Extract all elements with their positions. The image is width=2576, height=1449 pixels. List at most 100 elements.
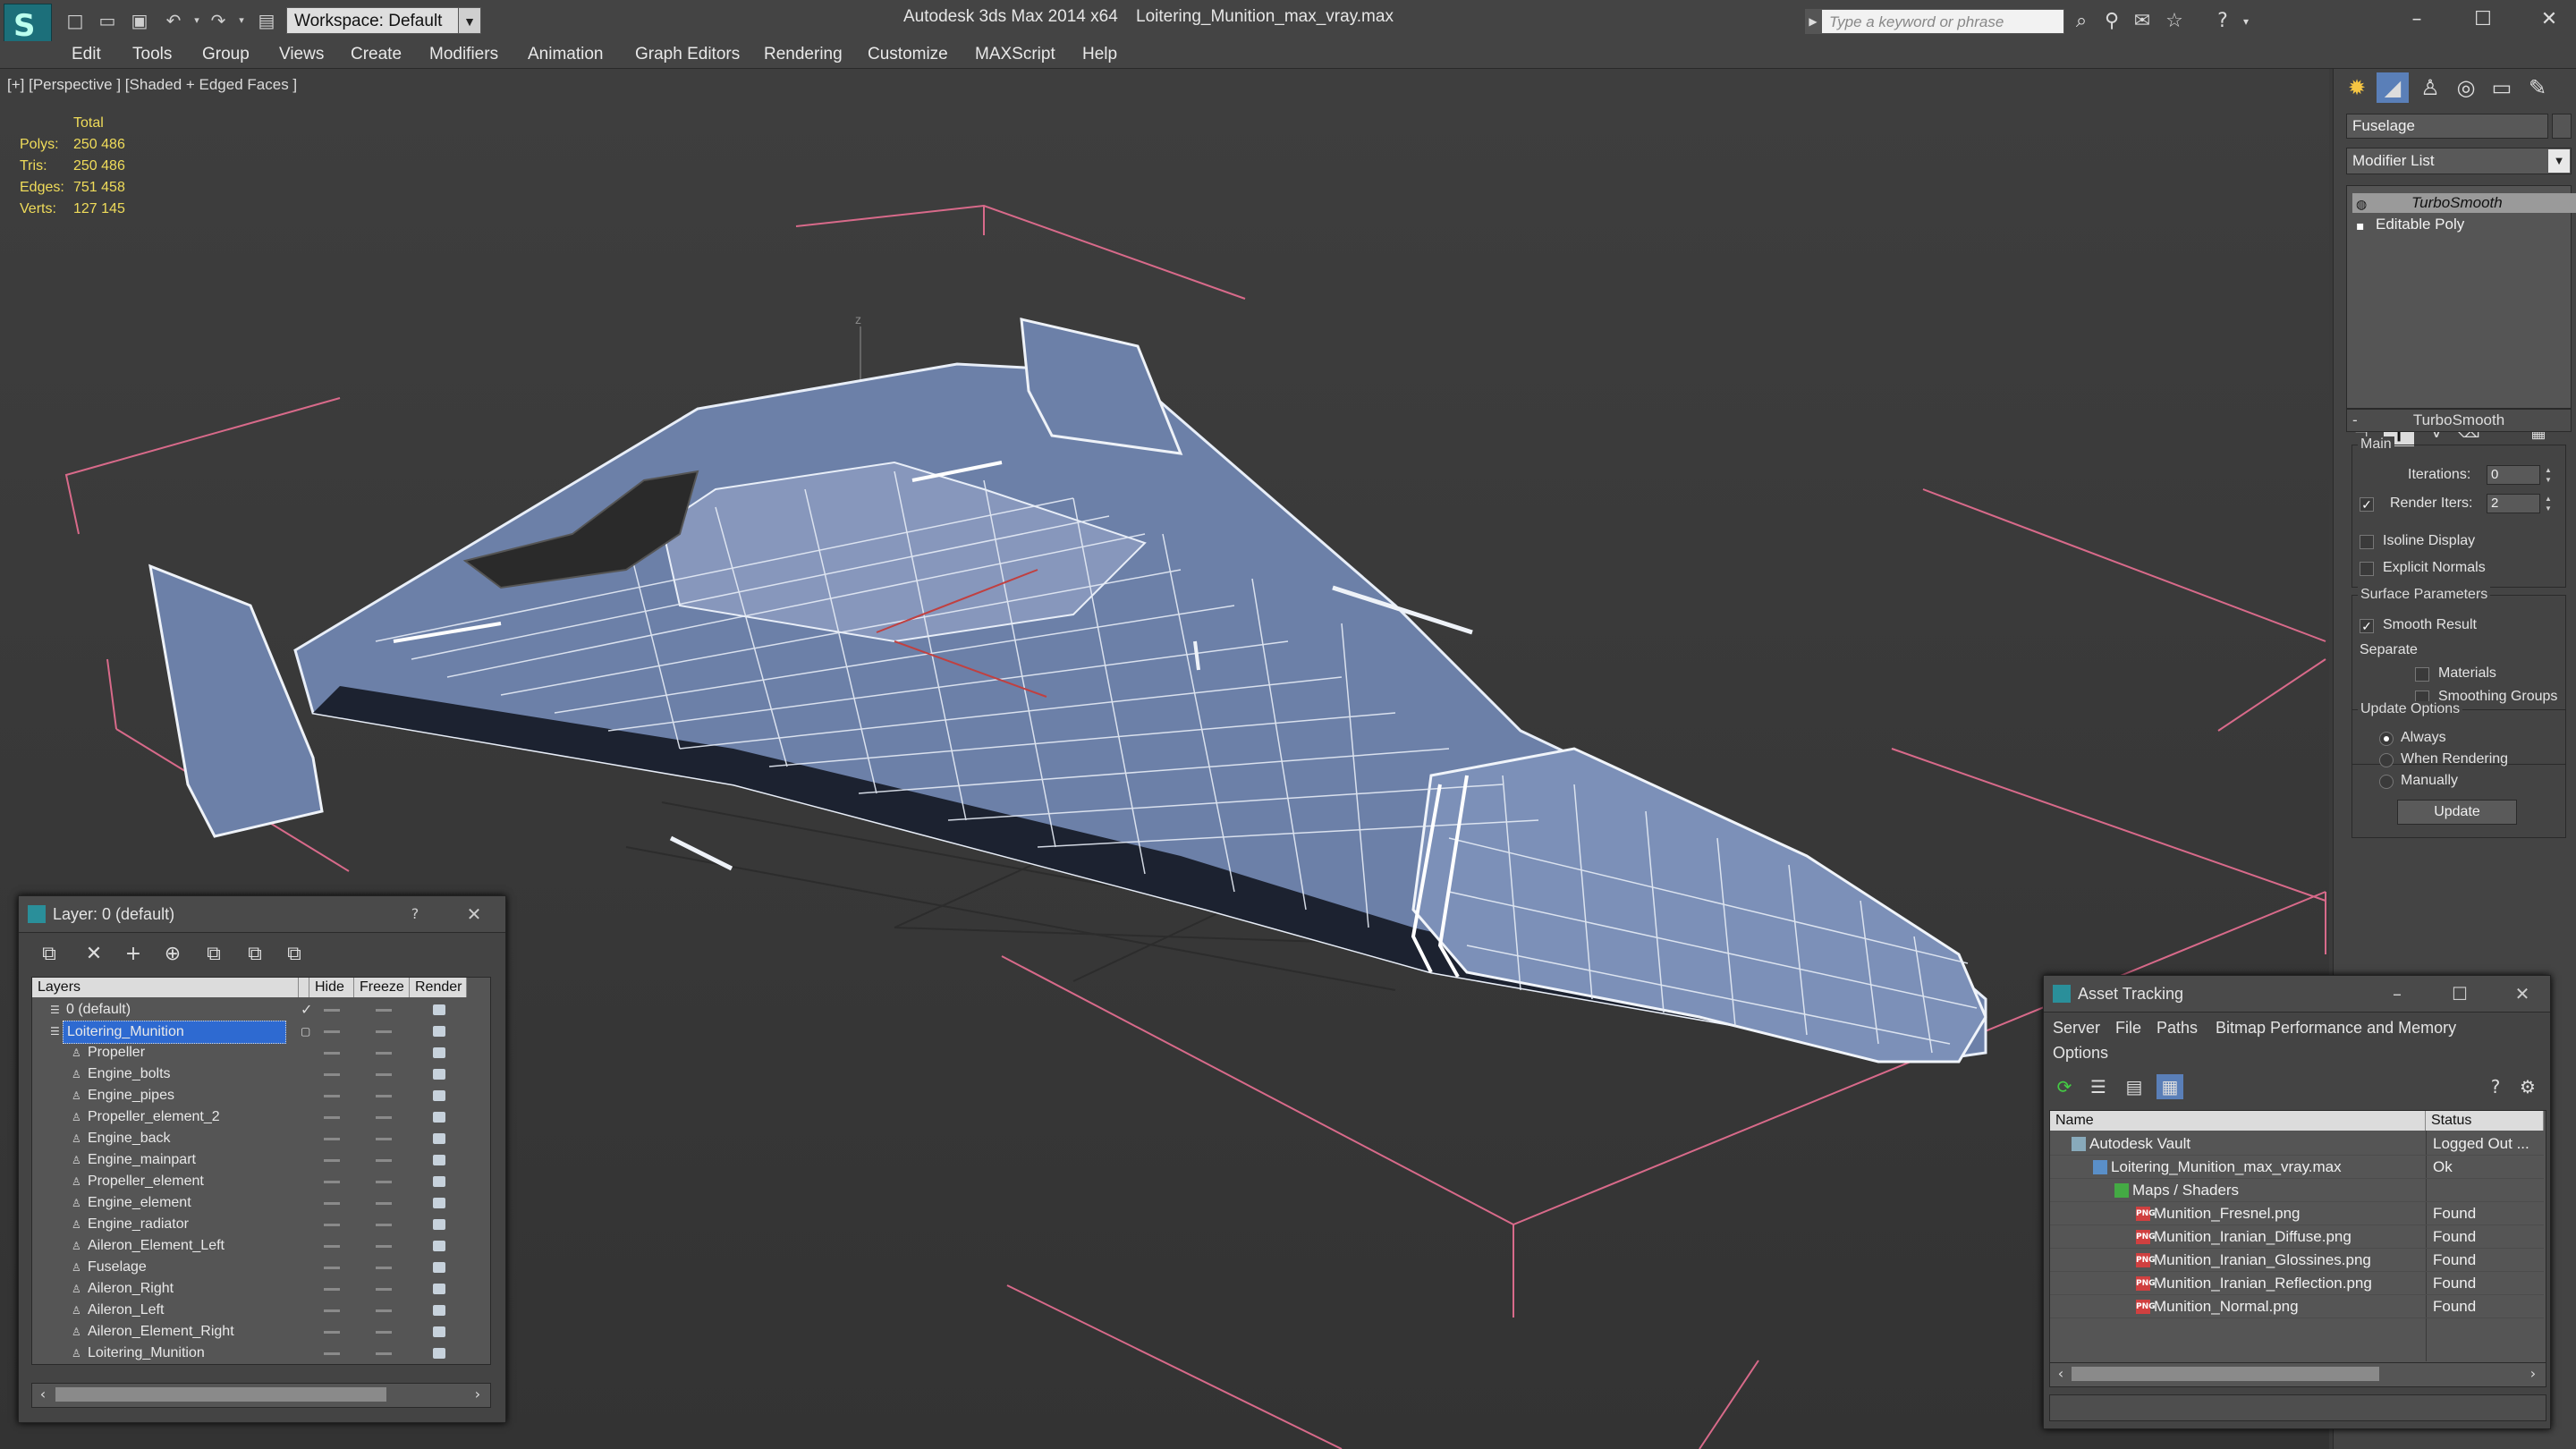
freeze-toggle[interactable] — [376, 1202, 392, 1205]
menu-server[interactable]: Server — [2053, 1019, 2100, 1038]
hierarchy-tab-icon[interactable]: ♙ — [2414, 72, 2446, 103]
add-to-layer-icon[interactable]: + — [117, 941, 149, 968]
freeze-toggle[interactable] — [376, 1331, 392, 1334]
menu-group[interactable]: Group — [202, 45, 250, 64]
hide-toggle[interactable] — [324, 1052, 340, 1055]
freeze-toggle[interactable] — [376, 1030, 392, 1033]
viewport-label[interactable]: [+] [Perspective ] [Shaded + Edged Faces… — [7, 76, 297, 94]
render-teapot-icon[interactable] — [433, 1090, 445, 1101]
render-teapot-icon[interactable] — [433, 1047, 445, 1058]
menu-help[interactable]: Help — [1082, 45, 1117, 64]
freeze-toggle[interactable] — [376, 1138, 392, 1140]
freeze-toggle[interactable] — [376, 1116, 392, 1119]
maximize-icon[interactable]: ☐ — [2456, 4, 2510, 36]
manually-radio[interactable] — [2379, 775, 2394, 789]
asset-row[interactable]: PNG Munition_Iranian_Reflection.png Found — [2050, 1272, 2544, 1295]
layer-row[interactable]: ♙ Aileron_Element_Left — [32, 1235, 488, 1257]
menu-create[interactable]: Create — [351, 45, 402, 64]
motion-tab-icon[interactable]: ◎ — [2450, 72, 2482, 103]
object-name-field[interactable]: Fuselage — [2346, 114, 2548, 139]
freeze-toggle[interactable] — [376, 1009, 392, 1012]
hide-all-icon[interactable]: ⧉ — [239, 941, 271, 968]
hide-toggle[interactable] — [324, 1138, 340, 1140]
menu-modifiers[interactable]: Modifiers — [429, 45, 498, 64]
layer-row[interactable]: ♙ Engine_bolts — [32, 1063, 488, 1085]
light-bulb-icon[interactable]: ◍ — [2356, 195, 2368, 212]
layer-row[interactable]: ♙ Propeller_element_2 — [32, 1106, 488, 1128]
render-teapot-icon[interactable] — [433, 1198, 445, 1208]
hide-toggle[interactable] — [324, 1159, 340, 1162]
freeze-toggle[interactable] — [376, 1245, 392, 1248]
hide-toggle[interactable] — [324, 1245, 340, 1248]
save-icon[interactable]: ▣ — [127, 9, 152, 32]
menu-maxscript[interactable]: MAXScript — [975, 45, 1055, 64]
freeze-toggle[interactable] — [376, 1224, 392, 1226]
asset-row[interactable]: Autodesk Vault Logged Out ... — [2050, 1132, 2544, 1156]
modify-tab-icon[interactable]: ◢ — [2377, 72, 2409, 103]
display-tab-icon[interactable]: ▭ — [2486, 72, 2518, 103]
scroll-right-icon[interactable]: › — [2524, 1365, 2542, 1383]
menu-views[interactable]: Views — [279, 45, 324, 64]
when-rendering-radio[interactable] — [2379, 753, 2394, 767]
layer-row[interactable]: ♙ Aileron_Left — [32, 1300, 488, 1321]
render-teapot-icon[interactable] — [433, 1004, 445, 1015]
update-button[interactable]: Update — [2397, 800, 2517, 825]
asset-row[interactable]: Loitering_Munition_max_vray.max Ok — [2050, 1156, 2544, 1179]
maximize-icon[interactable]: ☐ — [2446, 981, 2473, 1006]
render-teapot-icon[interactable] — [433, 1284, 445, 1294]
stack-item-editable-poly[interactable]: ▪ Editable Poly — [2352, 215, 2576, 234]
freeze-toggle[interactable] — [376, 1352, 392, 1355]
isoline-display-checkbox[interactable] — [2360, 535, 2374, 549]
horizontal-scrollbar[interactable]: ‹ › — [2049, 1362, 2546, 1387]
hide-toggle[interactable] — [324, 1095, 340, 1097]
render-teapot-icon[interactable] — [433, 1133, 445, 1144]
hide-toggle[interactable] — [324, 1352, 340, 1355]
highlight-layer-icon[interactable]: ⧉ — [198, 941, 230, 968]
redo-dropdown-icon[interactable]: ▾ — [229, 9, 254, 32]
iterations-spinner[interactable]: 0 — [2487, 465, 2540, 485]
modifier-list-dropdown[interactable]: Modifier List — [2346, 148, 2572, 174]
spinner-arrows-icon[interactable]: ▲ ▼ — [2542, 494, 2555, 513]
freeze-toggle[interactable] — [376, 1309, 392, 1312]
turbosmooth-rollout-header[interactable]: - TurboSmooth — [2346, 409, 2572, 432]
layer-row[interactable]: ♙ Loitering_Munition — [32, 1343, 488, 1364]
layer-row[interactable]: ♙ Engine_radiator — [32, 1214, 488, 1235]
menu-tools[interactable]: Tools — [132, 45, 172, 64]
menu-bitmap-performance[interactable]: Bitmap Performance and Memory — [2216, 1019, 2456, 1038]
layer-window-titlebar[interactable]: Layer: 0 (default) ? ✕ — [19, 896, 505, 933]
new-file-icon[interactable]: □ — [63, 9, 88, 32]
render-teapot-icon[interactable] — [433, 1241, 445, 1251]
freeze-toggle[interactable] — [376, 1181, 392, 1183]
menu-edit[interactable]: Edit — [72, 45, 101, 64]
freeze-toggle[interactable] — [376, 1267, 392, 1269]
layer-row[interactable]: ☰ 0 (default) ✓ — [32, 999, 488, 1021]
expand-icon[interactable]: ▪ — [2356, 216, 2368, 233]
current-layer-check-icon[interactable]: ✓ — [301, 1003, 313, 1017]
layer-row[interactable]: ☰ Loitering_Munition ▢ — [32, 1021, 488, 1044]
minimize-icon[interactable]: – — [2384, 981, 2411, 1006]
collapse-icon[interactable]: - — [2352, 410, 2358, 431]
asset-window-titlebar[interactable]: Asset Tracking – ☐ ✕ — [2044, 976, 2550, 1013]
hide-toggle[interactable] — [324, 1267, 340, 1269]
layer-row[interactable]: ♙ Fuselage — [32, 1257, 488, 1278]
render-teapot-icon[interactable] — [433, 1326, 445, 1337]
render-iters-checkbox[interactable]: ✓ — [2360, 497, 2374, 512]
menu-file[interactable]: File — [2115, 1019, 2141, 1038]
layer-row[interactable]: ♙ Engine_element — [32, 1192, 488, 1214]
list-view-icon[interactable]: ☰ — [2085, 1074, 2112, 1099]
explicit-normals-checkbox[interactable] — [2360, 562, 2374, 576]
hide-toggle[interactable] — [324, 1202, 340, 1205]
menu-options[interactable]: Options — [2053, 1044, 2108, 1063]
render-teapot-icon[interactable] — [433, 1176, 445, 1187]
help-icon[interactable]: ? — [402, 902, 428, 927]
render-teapot-icon[interactable] — [433, 1112, 445, 1123]
minimize-icon[interactable]: – — [2390, 4, 2444, 36]
layer-row[interactable]: ♙ Engine_pipes — [32, 1085, 488, 1106]
hide-toggle[interactable] — [324, 1309, 340, 1312]
help-icon[interactable]: ? — [2482, 1074, 2509, 1099]
freeze-toggle[interactable] — [376, 1159, 392, 1162]
undo-icon[interactable]: ↶ — [161, 9, 186, 32]
column-status[interactable]: Status — [2426, 1111, 2544, 1131]
create-layer-icon[interactable]: ⧉ — [33, 941, 65, 968]
hide-toggle[interactable] — [324, 1073, 340, 1076]
